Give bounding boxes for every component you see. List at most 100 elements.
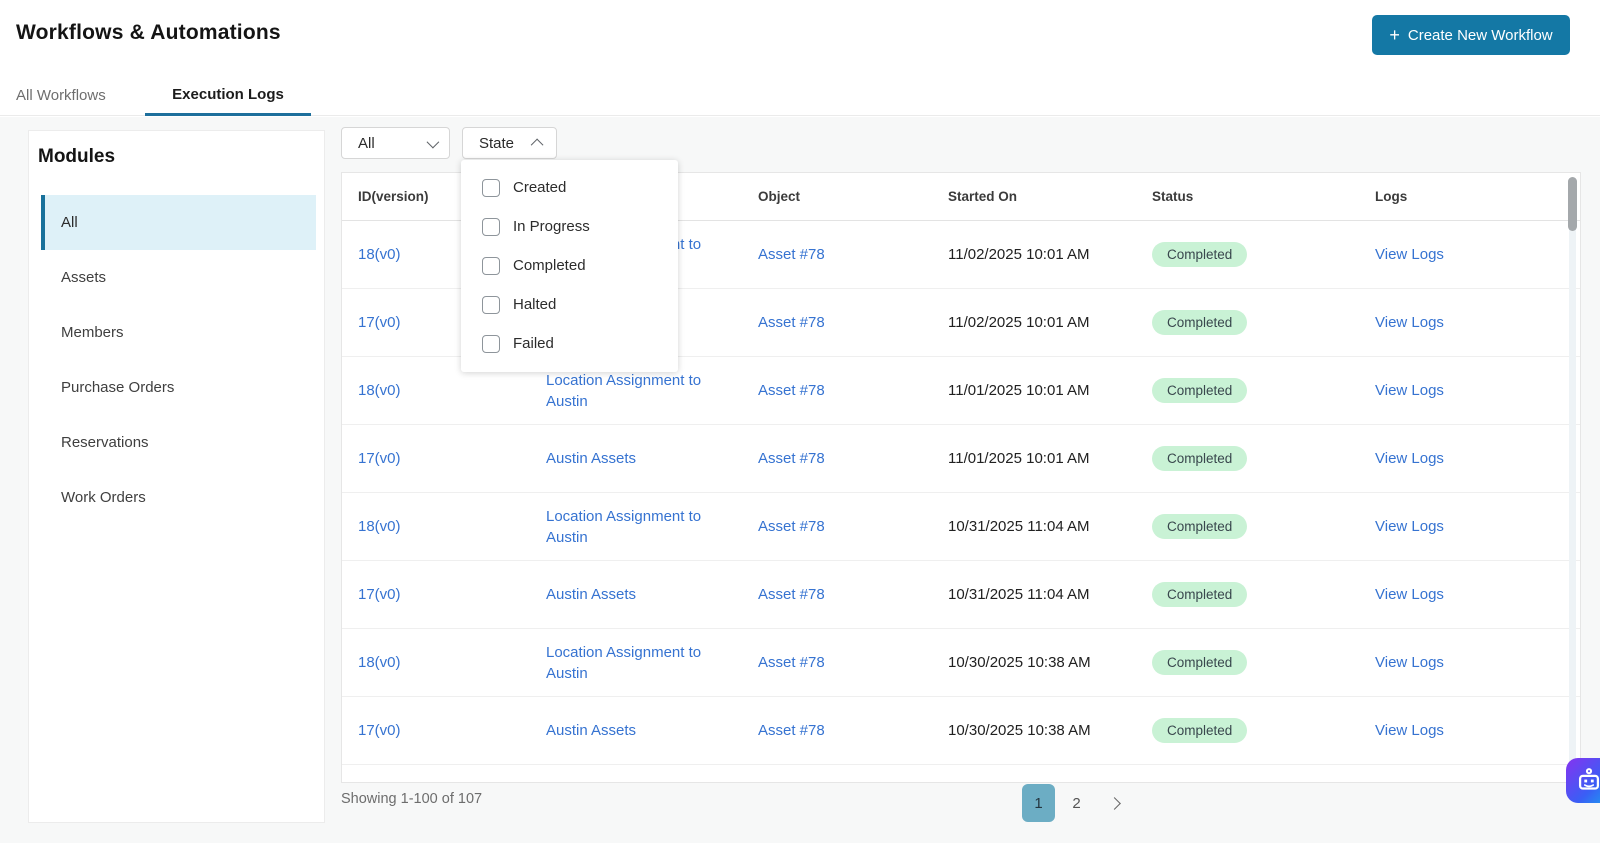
table-row: 17(v0) Austin Assets Asset #78 10/31/202…	[342, 561, 1580, 629]
view-logs-link[interactable]: View Logs	[1375, 654, 1580, 671]
chevron-up-icon	[530, 138, 544, 151]
table-row: 18(v0) Location Assignment to Austin Ass…	[342, 629, 1580, 697]
workflow-id-link[interactable]: 17(v0)	[358, 722, 546, 739]
state-option-label: Created	[513, 179, 567, 196]
table-row: 17(v0) Austin Assets Asset #78 11/01/202…	[342, 425, 1580, 493]
col-status: Status	[1152, 189, 1194, 204]
status-badge: Completed	[1152, 310, 1248, 335]
started-on-value: 11/02/2025 10:01 AM	[948, 314, 1090, 331]
state-option-label: In Progress	[513, 218, 590, 235]
view-logs-link[interactable]: View Logs	[1375, 246, 1580, 263]
state-option-label: Failed	[513, 335, 554, 352]
started-on-value: 11/02/2025 10:01 AM	[948, 246, 1090, 263]
view-logs-link[interactable]: View Logs	[1375, 518, 1580, 535]
status-cell: Completed	[1152, 718, 1375, 743]
module-filter-value: All	[358, 134, 375, 152]
workflow-name-link[interactable]: Austin Assets	[546, 584, 736, 605]
plus-icon: +	[1389, 25, 1400, 45]
started-on-value: 10/30/2025 10:38 AM	[948, 654, 1091, 671]
state-option-label: Completed	[513, 257, 586, 274]
page-button-2[interactable]: 2	[1060, 784, 1093, 822]
status-badge: Completed	[1152, 718, 1248, 743]
started-on-value: 11/01/2025 10:01 AM	[948, 450, 1090, 467]
object-link[interactable]: Asset #78	[758, 314, 948, 331]
status-cell: Completed	[1152, 310, 1375, 335]
object-link[interactable]: Asset #78	[758, 722, 948, 739]
chevron-down-icon	[426, 135, 440, 148]
view-logs-link[interactable]: View Logs	[1375, 382, 1580, 399]
status-cell: Completed	[1152, 650, 1375, 675]
checkbox-icon[interactable]	[482, 256, 500, 275]
col-started-on: Started On	[948, 189, 1018, 204]
table-row: 17(v0) Austin Assets Asset #78 10/30/202…	[342, 697, 1580, 765]
workflow-id-link[interactable]: 18(v0)	[358, 518, 546, 535]
table-row: 18(v0) Location Assignment to Austin Ass…	[342, 493, 1580, 561]
workflow-id-link[interactable]: 18(v0)	[358, 382, 546, 399]
modules-menu: All Assets Members Purchase Orders Reser…	[41, 195, 316, 525]
checkbox-icon[interactable]	[482, 295, 500, 314]
state-option-halted[interactable]: Halted	[461, 285, 678, 324]
table-scrollbar-track[interactable]	[1569, 177, 1576, 778]
col-object: Object	[758, 189, 801, 204]
state-option-failed[interactable]: Failed	[461, 324, 678, 363]
object-link[interactable]: Asset #78	[758, 382, 948, 399]
state-filter-label: State	[479, 134, 515, 152]
view-logs-link[interactable]: View Logs	[1375, 586, 1580, 603]
status-cell: Completed	[1152, 242, 1375, 267]
table-row-partial	[342, 765, 1580, 782]
status-badge: Completed	[1152, 378, 1248, 403]
modules-sidebar: Modules All Assets Members Purchase Orde…	[28, 130, 325, 823]
started-on-value: 10/31/2025 11:04 AM	[948, 586, 1090, 603]
object-link[interactable]: Asset #78	[758, 246, 948, 263]
workflow-name-link[interactable]: Location Assignment to Austin	[546, 642, 736, 684]
checkbox-icon[interactable]	[482, 178, 500, 197]
workflow-name-link[interactable]: Location Assignment to Austin	[546, 506, 736, 548]
chevron-right-icon	[1108, 796, 1121, 810]
checkbox-icon[interactable]	[482, 217, 500, 236]
module-filter-dropdown[interactable]: All	[341, 127, 450, 159]
assistant-fab[interactable]	[1566, 758, 1600, 803]
workflow-name-link[interactable]: Location Assignment to Austin	[546, 370, 736, 412]
sidebar-item-assets[interactable]: Assets	[41, 250, 316, 305]
state-filter-dropdown[interactable]: State	[462, 127, 557, 159]
next-page-button[interactable]	[1098, 784, 1131, 822]
started-on-value: 10/30/2025 10:38 AM	[948, 722, 1091, 739]
tab-execution-logs[interactable]: Execution Logs	[145, 75, 311, 116]
sidebar-item-all[interactable]: All	[41, 195, 316, 250]
status-badge: Completed	[1152, 446, 1248, 471]
state-option-completed[interactable]: Completed	[461, 246, 678, 285]
sidebar-item-members[interactable]: Members	[41, 305, 316, 360]
status-cell: Completed	[1152, 446, 1375, 471]
started-on-value: 10/31/2025 11:04 AM	[948, 518, 1090, 535]
status-cell: Completed	[1152, 582, 1375, 607]
object-link[interactable]: Asset #78	[758, 586, 948, 603]
status-badge: Completed	[1152, 650, 1248, 675]
page-button-1[interactable]: 1	[1022, 784, 1055, 822]
view-logs-link[interactable]: View Logs	[1375, 314, 1580, 331]
view-logs-link[interactable]: View Logs	[1375, 450, 1580, 467]
workflow-name-link[interactable]: Austin Assets	[546, 448, 736, 469]
workflow-id-link[interactable]: 17(v0)	[358, 450, 546, 467]
tab-all-workflows[interactable]: All Workflows	[16, 75, 106, 116]
workflow-id-link[interactable]: 17(v0)	[358, 586, 546, 603]
sidebar-item-reservations[interactable]: Reservations	[41, 415, 316, 470]
sidebar-item-work-orders[interactable]: Work Orders	[41, 470, 316, 525]
workflow-name-link[interactable]: Austin Assets	[546, 720, 736, 741]
workflow-id-link[interactable]: 18(v0)	[358, 654, 546, 671]
object-link[interactable]: Asset #78	[758, 654, 948, 671]
started-on-value: 11/01/2025 10:01 AM	[948, 382, 1090, 399]
object-link[interactable]: Asset #78	[758, 518, 948, 535]
state-option-label: Halted	[513, 296, 557, 313]
create-new-workflow-button[interactable]: + Create New Workflow	[1372, 15, 1570, 55]
view-logs-link[interactable]: View Logs	[1375, 722, 1580, 739]
object-link[interactable]: Asset #78	[758, 450, 948, 467]
status-badge: Completed	[1152, 514, 1248, 539]
state-option-created[interactable]: Created	[461, 168, 678, 207]
sidebar-item-purchase-orders[interactable]: Purchase Orders	[41, 360, 316, 415]
page-title: Workflows & Automations	[16, 21, 281, 44]
state-option-in-progress[interactable]: In Progress	[461, 207, 678, 246]
create-new-workflow-label: Create New Workflow	[1407, 26, 1553, 44]
checkbox-icon[interactable]	[482, 334, 500, 353]
table-scrollbar-thumb[interactable]	[1568, 177, 1577, 231]
state-filter-menu: Created In Progress Completed Halted Fai…	[461, 160, 678, 372]
